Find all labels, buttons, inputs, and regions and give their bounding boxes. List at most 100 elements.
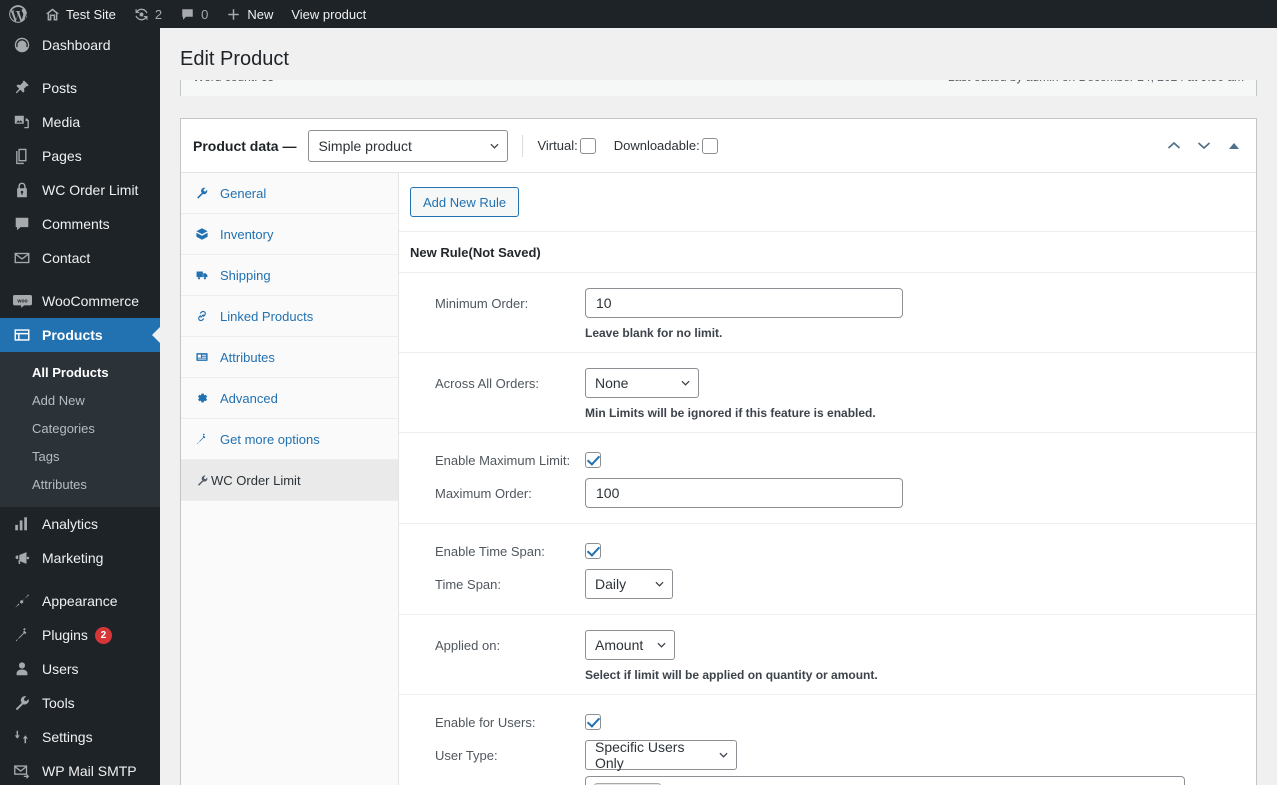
- minimum-order-description: Leave blank for no limit.: [585, 326, 723, 340]
- product-data-body: General Inventory Shipping Linked Produc…: [181, 173, 1256, 785]
- menu-separator: [0, 275, 160, 284]
- products-icon: [12, 325, 32, 345]
- woo-icon: woo: [12, 291, 32, 311]
- archive-icon: [193, 226, 211, 242]
- applied-on-value: Amount: [595, 637, 644, 653]
- user-type-select[interactable]: Specific Users Only: [585, 739, 737, 771]
- tab-get-more-options[interactable]: Get more options: [181, 419, 398, 460]
- sidebar-label: Comments: [42, 216, 110, 232]
- sidebar-item-users[interactable]: Users: [0, 652, 160, 686]
- link-icon: [193, 308, 211, 324]
- across-all-orders-label: Across All Orders:: [435, 375, 540, 391]
- product-data-heading: Product data —: [193, 137, 297, 154]
- mail-send-icon: [12, 761, 32, 781]
- add-new-rule-button[interactable]: Add New Rule: [410, 187, 520, 217]
- paintbrush-icon: [12, 591, 32, 611]
- sidebar-item-plugins[interactable]: Plugins 2: [0, 618, 160, 652]
- toggle-panel-icon[interactable]: [1226, 138, 1242, 154]
- enable-for-users-checkbox[interactable]: [585, 714, 601, 730]
- site-name-menu[interactable]: Test Site: [36, 0, 125, 28]
- chevron-down-icon: [681, 380, 690, 386]
- envelope-icon: [12, 248, 32, 268]
- product-data-header: Product data — Simple product Virtual: D…: [181, 119, 1256, 173]
- move-up-icon[interactable]: [1166, 138, 1182, 154]
- sidebar-item-contact[interactable]: Contact: [0, 241, 160, 275]
- new-content-menu[interactable]: New: [217, 0, 282, 28]
- users-tokens-input[interactable]: × areeba: [585, 776, 1185, 785]
- lock-icon: [12, 180, 32, 200]
- new-label: New: [247, 6, 274, 22]
- tab-inventory[interactable]: Inventory: [181, 214, 398, 255]
- user-type-value: Specific Users Only: [595, 739, 685, 771]
- time-span-select[interactable]: Daily: [585, 569, 673, 599]
- sidebar-item-posts[interactable]: Posts: [0, 71, 160, 105]
- sidebar-label: Appearance: [42, 593, 118, 609]
- move-down-icon[interactable]: [1196, 138, 1212, 154]
- admin-bar: Test Site 2 0 New View product: [0, 0, 1277, 28]
- view-product-link[interactable]: View product: [282, 0, 375, 28]
- wrench-icon: [193, 185, 211, 201]
- content-area: Edit Product Word count: 65 Last edited …: [160, 28, 1277, 785]
- across-all-orders-select[interactable]: None: [585, 368, 699, 398]
- applied-on-select[interactable]: Amount: [585, 630, 675, 660]
- user-icon: [12, 659, 32, 679]
- enable-maximum-limit-row: Enable Maximum Limit:: [399, 445, 1256, 475]
- sidebar-item-products[interactable]: Products: [0, 318, 160, 352]
- submenu-item-categories[interactable]: Categories: [0, 415, 160, 443]
- updates-count: 2: [154, 6, 163, 22]
- sidebar-item-analytics[interactable]: Analytics: [0, 507, 160, 541]
- sidebar-item-woocommerce[interactable]: woo WooCommerce: [0, 284, 160, 318]
- submenu-item-add-new[interactable]: Add New: [0, 387, 160, 415]
- submenu-item-all-products[interactable]: All Products: [0, 359, 160, 387]
- submenu-item-attributes[interactable]: Attributes: [0, 471, 160, 499]
- sidebar-item-comments[interactable]: Comments: [0, 207, 160, 241]
- maximum-order-input[interactable]: [585, 478, 903, 508]
- product-type-select[interactable]: Simple product: [308, 129, 509, 162]
- chevron-down-icon: [657, 642, 666, 648]
- tab-label: WC Order Limit: [211, 472, 301, 488]
- tab-general[interactable]: General: [181, 173, 398, 214]
- minimum-order-input[interactable]: [585, 288, 903, 318]
- downloadable-checkbox[interactable]: [701, 137, 718, 154]
- submenu-item-tags[interactable]: Tags: [0, 443, 160, 471]
- sidebar-item-wp-mail-smtp[interactable]: WP Mail SMTP: [0, 754, 160, 785]
- virtual-checkbox-label[interactable]: Virtual:: [537, 137, 596, 154]
- time-span-label: Time Span:: [435, 576, 501, 592]
- virtual-checkbox[interactable]: [579, 137, 596, 154]
- tab-attributes[interactable]: Attributes: [181, 337, 398, 378]
- sidebar-item-tools[interactable]: Tools: [0, 686, 160, 720]
- admin-sidebar-menu: Dashboard Posts Media Pages WC Order Lim…: [0, 28, 160, 785]
- enable-maximum-limit-checkbox[interactable]: [585, 452, 601, 468]
- enable-maximum-limit-label: Enable Maximum Limit:: [435, 452, 571, 468]
- tab-shipping[interactable]: Shipping: [181, 255, 398, 296]
- virtual-label-text: Virtual:: [537, 138, 578, 153]
- updates-icon: [135, 8, 148, 20]
- tab-wc-order-limit[interactable]: WC Order Limit: [181, 460, 398, 501]
- svg-text:woo: woo: [16, 298, 27, 304]
- sidebar-label: Tools: [42, 695, 75, 711]
- comments-menu[interactable]: 0: [171, 0, 217, 28]
- sidebar-item-settings[interactable]: Settings: [0, 720, 160, 754]
- sidebar-item-appearance[interactable]: Appearance: [0, 584, 160, 618]
- updates-menu[interactable]: 2: [125, 0, 171, 28]
- product-type-value: Simple product: [318, 137, 412, 154]
- downloadable-checkbox-label[interactable]: Downloadable:: [614, 137, 718, 154]
- minimum-order-label: Minimum Order:: [435, 295, 529, 311]
- tab-advanced[interactable]: Advanced: [181, 378, 398, 419]
- extension-icon: [193, 431, 211, 447]
- sidebar-item-pages[interactable]: Pages: [0, 139, 160, 173]
- wp-logo-menu[interactable]: [0, 0, 36, 28]
- field-group-applied-on: Applied on: Amount Select if limit will …: [399, 615, 1256, 695]
- sidebar-item-wc-order-limit[interactable]: WC Order Limit: [0, 173, 160, 207]
- across-all-orders-description: Min Limits will be ignored if this featu…: [585, 406, 876, 420]
- enable-time-span-checkbox[interactable]: [585, 543, 601, 559]
- tab-label: Shipping: [220, 267, 271, 283]
- chevron-down-icon: [655, 581, 664, 587]
- sidebar-item-dashboard[interactable]: Dashboard: [0, 28, 160, 62]
- users-row: Users: × areeba: [399, 773, 1256, 785]
- time-span-row: Time Span: Daily: [399, 566, 1256, 602]
- megaphone-icon: [12, 548, 32, 568]
- tab-linked-products[interactable]: Linked Products: [181, 296, 398, 337]
- sidebar-item-marketing[interactable]: Marketing: [0, 541, 160, 575]
- sidebar-item-media[interactable]: Media: [0, 105, 160, 139]
